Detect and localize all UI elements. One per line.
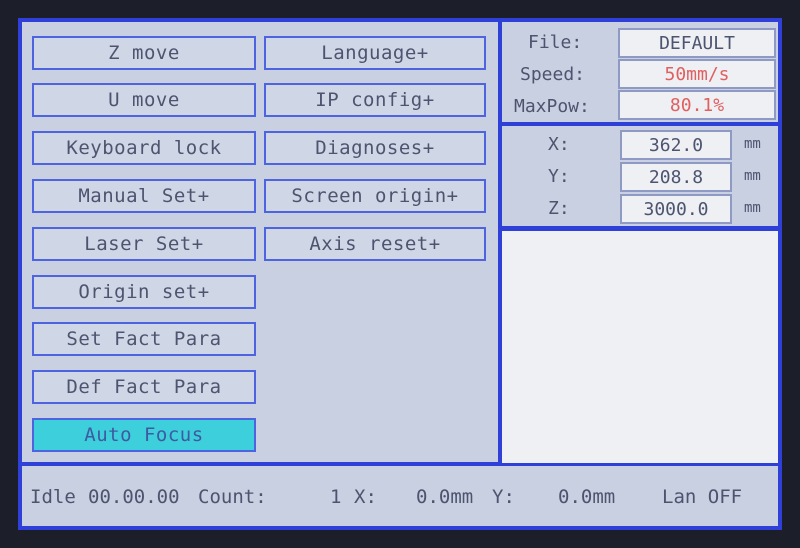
keyboard-lock-button[interactable]: Keyboard lock [32, 131, 256, 165]
status-state: Idle [30, 486, 76, 508]
status-x-value: 0.0mm [416, 486, 474, 508]
origin-set-button[interactable]: Origin set+ [32, 275, 256, 309]
z-coord-value: 3000.0 [620, 194, 732, 224]
graphic-preview-area [502, 231, 778, 463]
status-count-label: Count: [198, 486, 267, 508]
speed-value: 50mm/s [618, 59, 776, 89]
maxpow-value: 80.1% [618, 90, 776, 120]
axis-reset-button[interactable]: Axis reset+ [264, 227, 486, 261]
diagnoses-button[interactable]: Diagnoses+ [264, 131, 486, 165]
x-coord-label: X: [548, 134, 570, 155]
coordinates-panel: X: 362.0 mm Y: 208.8 mm Z: 3000.0 mm [502, 126, 778, 226]
status-y-label: Y: [492, 486, 515, 508]
speed-label: Speed: [520, 64, 586, 85]
status-lan: Lan OFF [662, 486, 743, 508]
ip-config-button[interactable]: IP config+ [264, 83, 486, 117]
y-coord-value: 208.8 [620, 162, 732, 192]
manual-set-button[interactable]: Manual Set+ [32, 179, 256, 213]
auto-focus-button[interactable]: Auto Focus [32, 418, 256, 452]
status-y-value: 0.0mm [558, 486, 616, 508]
language-button[interactable]: Language+ [264, 36, 486, 70]
z-move-button[interactable]: Z move [32, 36, 256, 70]
u-move-button[interactable]: U move [32, 83, 256, 117]
set-fact-para-button[interactable]: Set Fact Para [32, 322, 256, 356]
z-coord-unit: mm [744, 200, 761, 216]
status-time: 00.00.00 [88, 486, 180, 508]
y-coord-label: Y: [548, 166, 570, 187]
x-coord-value: 362.0 [620, 130, 732, 160]
laser-set-button[interactable]: Laser Set+ [32, 227, 256, 261]
z-coord-label: Z: [548, 198, 570, 219]
lcd-screen: Z move U move Keyboard lock Manual Set+ … [18, 18, 782, 530]
y-coord-unit: mm [744, 168, 761, 184]
file-label: File: [528, 32, 583, 53]
file-value: DEFAULT [618, 28, 776, 58]
def-fact-para-button[interactable]: Def Fact Para [32, 370, 256, 404]
screen-origin-button[interactable]: Screen origin+ [264, 179, 486, 213]
status-bar: Idle 00.00.00 Count: 1 X: 0.0mm Y: 0.0mm… [22, 466, 778, 526]
status-x-label: X: [354, 486, 377, 508]
menu-panel: Z move U move Keyboard lock Manual Set+ … [22, 22, 498, 462]
status-count-value: 1 [330, 486, 342, 508]
x-coord-unit: mm [744, 136, 761, 152]
maxpow-label: MaxPow: [514, 96, 590, 117]
job-info-panel: File: DEFAULT Speed: 50mm/s MaxPow: 80.1… [502, 22, 778, 122]
